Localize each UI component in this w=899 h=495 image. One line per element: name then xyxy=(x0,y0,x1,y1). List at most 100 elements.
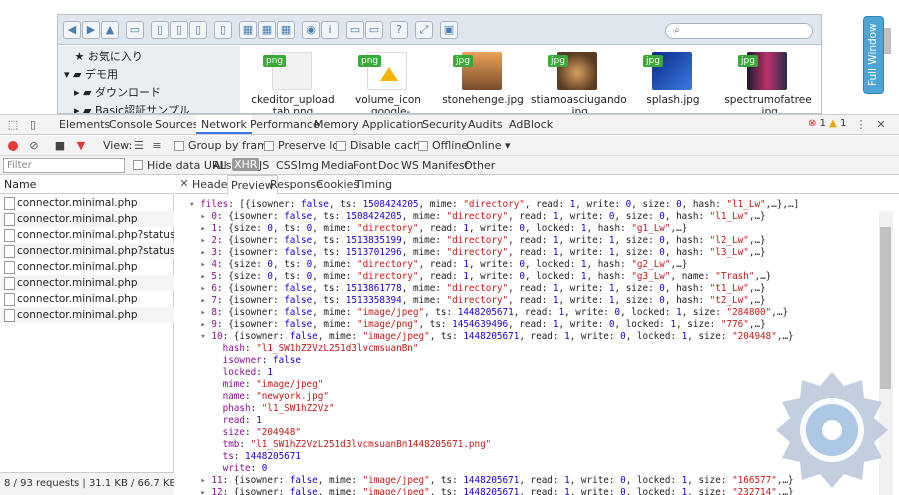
file-name: ckeditor_upload tab.png xyxy=(251,94,335,114)
detail-tabs: ✕ Headers Preview Response Cookies Timin… xyxy=(175,175,899,195)
filter-type-js[interactable]: JS xyxy=(259,159,269,172)
filter-type-ws[interactable]: WS xyxy=(401,159,419,172)
large-rows-icon[interactable]: ☰ xyxy=(132,139,146,153)
throttling-value: Online xyxy=(466,139,502,152)
json-line[interactable]: ▸ 8: {isowner: false, mime: "image/jpeg"… xyxy=(189,307,788,319)
request-row[interactable]: connector.minimal.php xyxy=(0,307,174,323)
json-line[interactable]: ▸ 7: {isowner: false, ts: 1513358394, mi… xyxy=(189,295,765,307)
inspect-icon[interactable]: ⬚ xyxy=(6,118,20,132)
error-warning-counter[interactable]: ⊗ 1 ▲ 1 xyxy=(808,118,846,129)
tab-audits[interactable]: Audits xyxy=(463,115,508,134)
throttling-select[interactable]: Online ▾ xyxy=(466,139,511,152)
clear-icon[interactable]: ⊘ xyxy=(27,139,41,153)
up-icon[interactable]: ▲ xyxy=(101,21,119,39)
file-item[interactable]: png ckeditor_upload tab.png xyxy=(246,48,340,114)
file-item[interactable]: jpg stonehenge.jpg xyxy=(436,48,530,113)
menu-icon[interactable]: ⋮ xyxy=(854,118,868,132)
tree-item-basic-auth[interactable]: ▸ ▰ Basic認証サンプル xyxy=(74,102,190,113)
expand-icon[interactable]: ▾ xyxy=(64,68,70,81)
json-line[interactable]: ▾ files: [{isowner: false, ts: 150842420… xyxy=(189,199,799,211)
offline-checkbox[interactable] xyxy=(418,141,428,151)
cut-icon[interactable]: ▯ xyxy=(189,21,207,39)
request-row[interactable]: connector.minimal.php?status&_=15... xyxy=(0,227,174,243)
tab-memory[interactable]: Memory xyxy=(309,115,364,134)
file-type-badge: jpg xyxy=(548,55,568,67)
json-line[interactable]: ▸ 6: {isowner: false, ts: 1513861778, mi… xyxy=(189,283,765,295)
view-list-icon[interactable]: ▭ xyxy=(346,21,364,39)
view-icons-icon[interactable]: ▭ xyxy=(365,21,383,39)
name-column-header[interactable]: Name xyxy=(0,175,174,194)
filter-type-manifest[interactable]: Manifest xyxy=(422,159,469,172)
fullscreen-icon[interactable]: ⤢ xyxy=(415,21,433,39)
request-row[interactable]: connector.minimal.php xyxy=(0,259,174,275)
file-name: volume_icon_google-drive.png xyxy=(355,94,421,114)
help-icon[interactable]: ? xyxy=(390,21,408,39)
filter-type-xhr[interactable]: XHR xyxy=(232,158,260,171)
request-row[interactable]: connector.minimal.php xyxy=(0,195,174,211)
request-row[interactable]: connector.minimal.php xyxy=(0,291,174,307)
paste-icon[interactable]: ▯ xyxy=(214,21,232,39)
info-icon[interactable]: i xyxy=(321,21,339,39)
group-by-frame-checkbox[interactable] xyxy=(174,141,184,151)
tab-network[interactable]: Network xyxy=(196,115,252,134)
tab-adblock[interactable]: AdBlock xyxy=(504,115,558,134)
filter-type-all[interactable]: All xyxy=(213,159,227,172)
file-item[interactable]: jpg splash.jpg xyxy=(626,48,720,113)
copy-icon[interactable]: ▯ xyxy=(170,21,188,39)
request-row[interactable]: connector.minimal.php xyxy=(0,211,174,227)
json-line[interactable]: ▾ 10: {isowner: false, mime: "image/jpeg… xyxy=(189,331,793,343)
back-icon[interactable]: ◀ xyxy=(63,21,81,39)
tree-item-favorites[interactable]: ★ お気に入り xyxy=(64,48,143,66)
json-line: size: "204948" xyxy=(222,427,301,438)
json-line[interactable]: ▸ 0: {isowner: false, ts: 1508424205, mi… xyxy=(189,211,765,223)
close-icon[interactable]: ✕ xyxy=(874,118,888,132)
filter-type-font[interactable]: Font xyxy=(353,159,377,172)
camera-icon[interactable]: ■ xyxy=(53,139,67,153)
grid-icon[interactable]: ▦ xyxy=(239,21,257,39)
chevron-down-icon: ▾ xyxy=(504,139,511,152)
json-line[interactable]: ▸ 2: {isowner: false, ts: 1513835199, mi… xyxy=(189,235,765,247)
json-line[interactable]: ▸ 5: {size: 0, ts: 0, mime: "directory",… xyxy=(189,271,771,283)
expand-icon[interactable]: ▸ xyxy=(74,104,80,113)
tree-item-download[interactable]: ▸ ▰ ダウンロード xyxy=(74,84,161,102)
preview-scrollbar-thumb[interactable] xyxy=(880,227,891,389)
overview-icon[interactable]: ≡ xyxy=(150,139,164,153)
device-toolbar-icon[interactable]: ▯ xyxy=(26,118,40,132)
export-icon[interactable]: ▣ xyxy=(440,21,458,39)
json-line[interactable]: ▸ 11: {isowner: false, mime: "image/jpeg… xyxy=(189,475,793,487)
filter-type-doc[interactable]: Doc xyxy=(378,159,399,172)
forward-icon[interactable]: ▶ xyxy=(82,21,100,39)
preserve-log-checkbox[interactable] xyxy=(264,141,274,151)
computer-icon[interactable]: ▭ xyxy=(126,21,144,39)
record-icon[interactable] xyxy=(8,141,18,151)
file-item[interactable]: jpg spectrumofatree .jpg xyxy=(721,48,815,113)
disable-cache-checkbox[interactable] xyxy=(336,141,346,151)
file-item[interactable]: png volume_icon_google-drive.png xyxy=(341,48,435,114)
json-line[interactable]: ▸ 9: {isowner: false, mime: "image/png",… xyxy=(189,319,765,331)
filter-type-media[interactable]: Media xyxy=(321,159,354,172)
tree-item-demo[interactable]: ▾ ▰ デモ用 xyxy=(64,66,118,84)
tree-item-label: お気に入り xyxy=(87,50,143,63)
preview-icon[interactable]: ◉ xyxy=(302,21,320,39)
json-line[interactable]: ▸ 4: {size: 0, ts: 0, mime: "directory",… xyxy=(189,259,687,271)
full-window-button[interactable]: Full Window xyxy=(863,16,884,94)
file-item[interactable]: jpg stiamoasciugando .jpg xyxy=(531,48,627,113)
select-icon[interactable]: ▦ xyxy=(277,21,295,39)
tab-timing[interactable]: Timing xyxy=(352,175,395,194)
select-all-icon[interactable]: ▦ xyxy=(258,21,276,39)
json-line[interactable]: ▸ 1: {size: 0, ts: 0, mime: "directory",… xyxy=(189,223,687,235)
filter-type-other[interactable]: Other xyxy=(464,159,495,172)
filter-icon[interactable]: ▼ xyxy=(74,139,88,153)
filter-input[interactable]: Filter xyxy=(3,158,125,173)
request-row[interactable]: connector.minimal.php?status&_=15... xyxy=(0,243,174,259)
file-grid: png ckeditor_upload tab.png png volume_ic… xyxy=(241,46,821,114)
open-icon[interactable]: ▯ xyxy=(151,21,169,39)
file-type-badge: jpg xyxy=(453,55,473,67)
search-input[interactable]: ⌕ xyxy=(665,23,813,39)
request-row[interactable]: connector.minimal.php xyxy=(0,275,174,291)
hide-data-urls-checkbox[interactable] xyxy=(133,160,143,170)
json-line[interactable]: ▸ 3: {isowner: false, ts: 1513701296, mi… xyxy=(189,247,765,259)
expand-icon[interactable]: ▸ xyxy=(74,86,80,99)
filter-type-img[interactable]: Img xyxy=(298,159,319,172)
filter-type-css[interactable]: CSS xyxy=(276,159,298,172)
